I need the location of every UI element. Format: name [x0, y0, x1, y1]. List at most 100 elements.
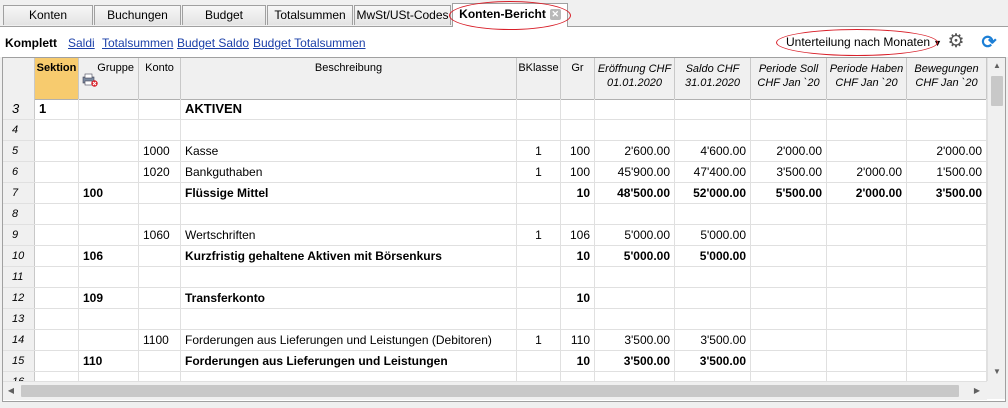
table-row[interactable]: 8: [3, 204, 987, 225]
eroeffnung-cell[interactable]: [595, 309, 675, 329]
eroeffnung-cell[interactable]: 5'000.00: [595, 225, 675, 245]
tab-totalsummen[interactable]: Totalsummen: [267, 5, 353, 25]
table-row[interactable]: 13: [3, 309, 987, 330]
sektion-cell[interactable]: [35, 120, 79, 140]
saldo-cell[interactable]: 4'600.00: [675, 141, 751, 161]
bewegungen-cell[interactable]: [907, 120, 987, 140]
view-budget-totalsummen[interactable]: Budget Totalsummen: [253, 36, 366, 50]
table-row[interactable]: 16: [3, 372, 987, 381]
header-saldo[interactable]: Saldo CHF 31.01.2020: [675, 58, 751, 99]
header-gr[interactable]: Gr: [561, 58, 595, 99]
konto-cell[interactable]: [139, 183, 181, 203]
bklasse-cell[interactable]: [517, 183, 561, 203]
bklasse-cell[interactable]: [517, 288, 561, 308]
beschreibung-cell[interactable]: Wertschriften: [181, 225, 517, 245]
sektion-cell[interactable]: [35, 162, 79, 182]
gruppe-cell[interactable]: [79, 141, 139, 161]
header-eroeffnung[interactable]: Eröffnung CHF 01.01.2020: [595, 58, 675, 99]
gr-cell[interactable]: 10: [561, 351, 595, 371]
bklasse-cell[interactable]: [517, 351, 561, 371]
gruppe-cell[interactable]: [79, 120, 139, 140]
header-sektion[interactable]: Sektion: [35, 58, 79, 99]
table-row[interactable]: 6 1020 Bankguthaben 1 100 45'900.00 47'400.00 3…: [3, 162, 987, 183]
periode-haben-cell[interactable]: [827, 309, 907, 329]
refresh-icon[interactable]: ⟳: [979, 32, 999, 52]
gr-cell[interactable]: [561, 204, 595, 224]
bewegungen-cell[interactable]: 2'000.00: [907, 141, 987, 161]
periode-soll-cell[interactable]: [751, 225, 827, 245]
gr-cell[interactable]: 10: [561, 246, 595, 266]
sektion-cell[interactable]: [35, 372, 79, 381]
saldo-cell[interactable]: [675, 120, 751, 140]
header-gruppe[interactable]: Gruppe: [79, 58, 139, 99]
bewegungen-cell[interactable]: [907, 204, 987, 224]
beschreibung-cell[interactable]: Transferkonto: [181, 288, 517, 308]
bewegungen-cell[interactable]: 1'500.00: [907, 162, 987, 182]
header-periode-soll[interactable]: Periode Soll CHF Jan `20: [751, 58, 827, 99]
scroll-up-icon[interactable]: ▲: [988, 58, 1005, 74]
saldo-cell[interactable]: 3'500.00: [675, 330, 751, 350]
eroeffnung-cell[interactable]: 3'500.00: [595, 330, 675, 350]
tab-buchungen[interactable]: Buchungen: [94, 5, 181, 25]
header-beschreibung[interactable]: Beschreibung: [181, 58, 517, 99]
bewegungen-cell[interactable]: 3'500.00: [907, 183, 987, 203]
sektion-cell[interactable]: [35, 183, 79, 203]
konto-cell[interactable]: 1060: [139, 225, 181, 245]
view-komplett[interactable]: Komplett: [5, 36, 57, 50]
periode-soll-cell[interactable]: [751, 309, 827, 329]
beschreibung-cell[interactable]: Kurzfristig gehaltene Aktiven mit Börsen…: [181, 246, 517, 266]
periode-haben-cell[interactable]: [827, 372, 907, 381]
sektion-cell[interactable]: [35, 288, 79, 308]
beschreibung-cell[interactable]: [181, 204, 517, 224]
periode-soll-cell[interactable]: [751, 204, 827, 224]
sektion-cell[interactable]: [35, 141, 79, 161]
gr-cell[interactable]: 10: [561, 288, 595, 308]
saldo-cell[interactable]: 5'000.00: [675, 246, 751, 266]
eroeffnung-cell[interactable]: 5'000.00: [595, 246, 675, 266]
gr-cell[interactable]: [561, 99, 595, 119]
close-icon[interactable]: ✕: [549, 9, 561, 21]
periode-soll-cell[interactable]: 3'500.00: [751, 162, 827, 182]
sektion-cell[interactable]: [35, 351, 79, 371]
bklasse-cell[interactable]: 1: [517, 330, 561, 350]
periode-haben-cell[interactable]: [827, 246, 907, 266]
beschreibung-cell[interactable]: [181, 309, 517, 329]
periode-haben-cell[interactable]: [827, 330, 907, 350]
bewegungen-cell[interactable]: [907, 372, 987, 381]
gruppe-cell[interactable]: [79, 372, 139, 381]
eroeffnung-cell[interactable]: [595, 99, 675, 119]
view-budget-saldo[interactable]: Budget Saldo: [177, 36, 249, 50]
table-row[interactable]: 5 1000 Kasse 1 100 2'600.00 4'600.00 2'000.00 2'…: [3, 141, 987, 162]
periode-haben-cell[interactable]: 2'000.00: [827, 162, 907, 182]
sektion-cell[interactable]: [35, 204, 79, 224]
saldo-cell[interactable]: [675, 372, 751, 381]
beschreibung-cell[interactable]: [181, 267, 517, 287]
gr-cell[interactable]: [561, 267, 595, 287]
table-row[interactable]: 11: [3, 267, 987, 288]
tab-konten[interactable]: Konten: [3, 5, 93, 25]
saldo-cell[interactable]: [675, 288, 751, 308]
scroll-left-icon[interactable]: ◀: [3, 382, 19, 400]
bewegungen-cell[interactable]: [907, 267, 987, 287]
table-row[interactable]: 10 106 Kurzfristig gehaltene Aktiven mit B…: [3, 246, 987, 267]
periode-soll-cell[interactable]: [751, 288, 827, 308]
table-row[interactable]: 14 1100 Forderungen aus Lieferungen und Le…: [3, 330, 987, 351]
gruppe-cell[interactable]: [79, 162, 139, 182]
sektion-cell[interactable]: [35, 246, 79, 266]
periode-soll-cell[interactable]: [751, 246, 827, 266]
header-konto[interactable]: Konto: [139, 58, 181, 99]
sektion-cell[interactable]: [35, 225, 79, 245]
table-row[interactable]: 9 1060 Wertschriften 1 106 5'000.00 5'000.00: [3, 225, 987, 246]
periode-haben-cell[interactable]: [827, 141, 907, 161]
eroeffnung-cell[interactable]: 45'900.00: [595, 162, 675, 182]
gruppe-cell[interactable]: [79, 267, 139, 287]
konto-cell[interactable]: [139, 246, 181, 266]
bklasse-cell[interactable]: 1: [517, 141, 561, 161]
konto-cell[interactable]: [139, 309, 181, 329]
konto-cell[interactable]: [139, 267, 181, 287]
table-row[interactable]: 4: [3, 120, 987, 141]
gruppe-cell[interactable]: 109: [79, 288, 139, 308]
periode-soll-cell[interactable]: 2'000.00: [751, 141, 827, 161]
beschreibung-cell[interactable]: Forderungen aus Lieferungen und Leistung…: [181, 351, 517, 371]
sektion-cell[interactable]: [35, 267, 79, 287]
